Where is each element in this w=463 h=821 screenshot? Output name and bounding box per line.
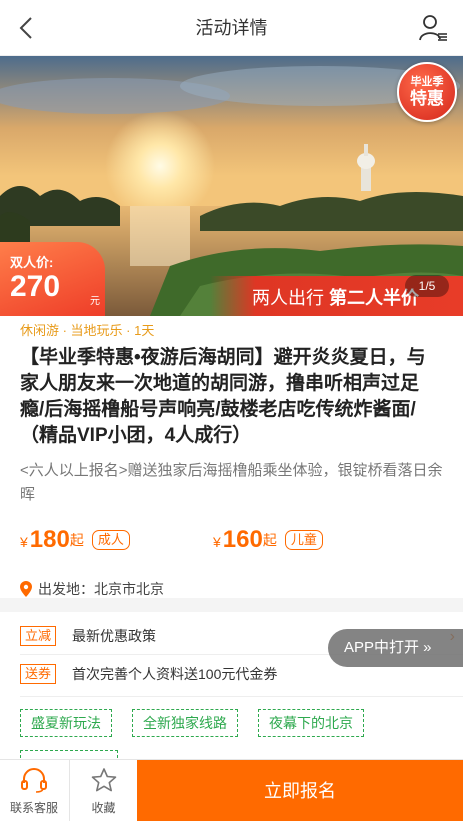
price-label: 双人价: xyxy=(10,255,54,270)
hero-carousel[interactable]: 毕业季 特惠 双人价: 270 元 两人出行 第二人半价 1/5 xyxy=(0,56,463,316)
section-divider xyxy=(0,598,463,612)
currency-symbol: ¥ xyxy=(20,534,28,550)
price-type-tag: 儿童 xyxy=(284,530,323,550)
price-number: 160 xyxy=(222,526,263,553)
favorite-label: 收藏 xyxy=(91,801,116,815)
customer-service-button[interactable]: 联系客服 xyxy=(0,760,68,821)
bottom-action-bar: 联系客服 收藏 立即报名 xyxy=(0,759,463,821)
graduation-promo-badge: 毕业季 特惠 xyxy=(397,62,457,122)
badge-line1: 毕业季 xyxy=(410,76,444,88)
activity-subtitle: <六人以上报名>赠送独家后海摇橹船乘坐体验，银锭桥看落日余晖 xyxy=(20,462,443,503)
price-from: 起 xyxy=(69,532,84,548)
offer-text: 最新优惠政策 xyxy=(72,628,157,644)
theme-tag[interactable]: 全新独家线路 xyxy=(132,709,238,737)
price-number: 180 xyxy=(29,526,70,553)
departure-text: 出发地：北京市北京 xyxy=(38,581,164,597)
open-in-app-button[interactable]: APP中打开 » xyxy=(328,629,463,667)
favorite-button[interactable]: 收藏 xyxy=(69,760,137,821)
offer-tag: 立减 xyxy=(20,626,57,646)
theme-tag[interactable]: 夜幕下的北京 xyxy=(258,709,364,737)
price-from: 起 xyxy=(262,532,277,548)
theme-tag-partial xyxy=(20,750,118,758)
customer-service-label: 联系客服 xyxy=(9,801,58,815)
offer-tag: 送券 xyxy=(20,664,57,684)
user-menu-button[interactable] xyxy=(417,12,449,44)
sign-up-button[interactable]: 立即报名 xyxy=(137,760,463,821)
offer-text: 首次完善个人资料送100元代金券 xyxy=(72,666,278,682)
couple-price-tag: 双人价: 270 元 xyxy=(0,242,105,316)
offer-row-coupon[interactable]: 送券 首次完善个人资料送100元代金券 xyxy=(20,664,277,684)
price-value: 270 xyxy=(10,270,61,303)
location-pin-icon xyxy=(20,581,32,597)
offer-row-discount[interactable]: 立减 最新优惠政策 xyxy=(20,626,156,646)
star-icon xyxy=(91,768,116,792)
currency-symbol: ¥ xyxy=(213,534,221,550)
child-price: ¥ 160 起 儿童 xyxy=(213,527,406,553)
activity-category: 休闲游 · 当地玩乐 · 1天 xyxy=(20,323,155,338)
adult-price: ¥ 180 起 成人 xyxy=(20,527,213,553)
badge-line2: 特惠 xyxy=(410,89,444,108)
promo-strip-text: 两人出行 第二人半价 xyxy=(252,284,419,310)
price-unit: 元 xyxy=(90,296,100,307)
activity-info: 休闲游 · 当地玩乐 · 1天 【毕业季特惠•夜游后海胡同】避开炎炎夏日，与家人… xyxy=(0,316,463,599)
promo-strip-text-a: 两人出行 xyxy=(252,288,330,308)
activity-title: 【毕业季特惠•夜游后海胡同】避开炎炎夏日，与家人朋友来一次地道的胡同游，撸串听相… xyxy=(20,347,426,446)
theme-tag[interactable]: 盛夏新玩法 xyxy=(20,709,112,737)
page-title: 活动详情 xyxy=(195,18,268,38)
offer-divider xyxy=(20,696,463,697)
carousel-pager: 1/5 xyxy=(405,275,449,297)
departure-location: 出发地：北京市北京 xyxy=(20,579,443,599)
headset-icon xyxy=(21,768,47,793)
price-type-tag: 成人 xyxy=(91,530,130,550)
user-menu-icon xyxy=(419,15,447,41)
price-row: ¥ 180 起 成人 ¥ 160 起 儿童 xyxy=(20,523,443,553)
top-nav-bar: 活动详情 xyxy=(0,0,463,56)
